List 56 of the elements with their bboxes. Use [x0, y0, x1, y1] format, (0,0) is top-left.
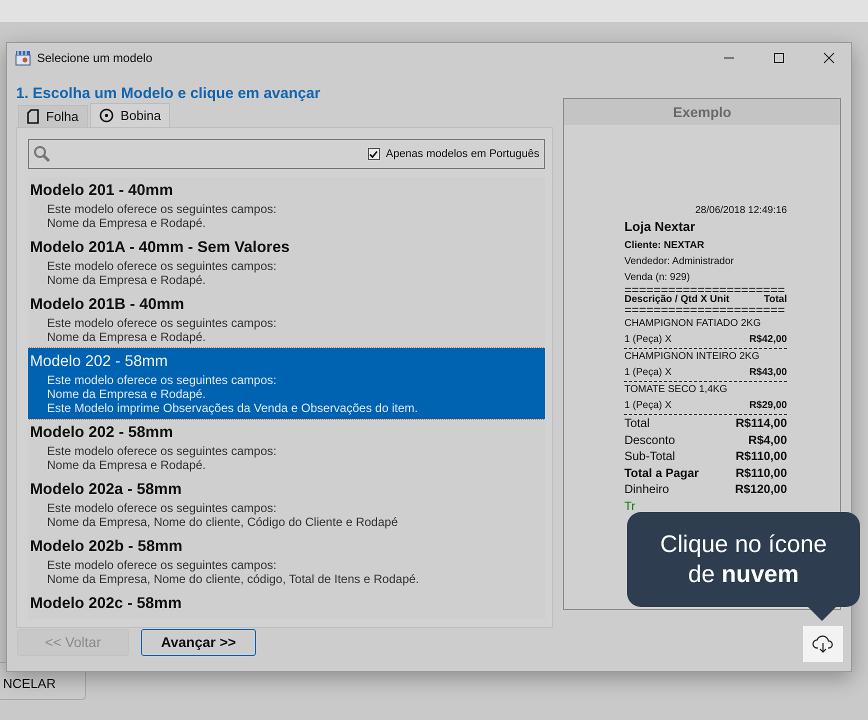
- model-item[interactable]: Modelo 202 - 58mm Este modelo oferece os seguintes campos: Nome da Empresa e Rodapé. Este Modelo imprime Observações da Venda e Observações do item.: [28, 348, 546, 419]
- receipt-text: 1 (Peça) X: [624, 333, 672, 347]
- close-icon[interactable]: [823, 52, 835, 64]
- receipt-text: Total: [764, 294, 787, 306]
- roll-icon: [98, 108, 114, 123]
- receipt-rule: ======================: [624, 286, 785, 294]
- model-item[interactable]: Modelo 202b - 58mm Este modelo oferece os seguintes campos: Nome da Empresa, Nome do cliente, código, Total de Itens e Rodapé.: [28, 533, 546, 590]
- receipt-text: R$120,00: [734, 481, 787, 498]
- checkbox-label[interactable]: Apenas modelos em Português: [386, 148, 540, 160]
- receipt-text: Sub-Total: [624, 448, 676, 465]
- receipt-rule: ======================: [624, 306, 786, 314]
- model-item[interactable]: Modelo 202c - 58mm: [28, 590, 546, 619]
- receipt-text: 1 (Peça) X: [624, 399, 672, 413]
- nav-button[interactable]: Avançar >>: [141, 628, 256, 656]
- receipt-text: Total a Pagar: [624, 464, 699, 482]
- receipt-text: Desconto: [624, 432, 676, 448]
- receipt-text: Cliente: NEXTAR: [624, 239, 706, 253]
- receipt-text: Vendedor: Administrador: [624, 255, 735, 269]
- receipt-text: R$29,00: [749, 399, 787, 413]
- search-field[interactable]: Apenas modelos em Português: [28, 139, 546, 169]
- step-heading: 1. Escolha um Modelo e clique em avançar: [15, 84, 322, 101]
- model-item[interactable]: Modelo 202a - 58mm Este modelo oferece os seguintes campos: Nome da Empresa, Nome do cliente, Código do Cliente e Rodapé: [28, 476, 546, 533]
- model-item[interactable]: Modelo 201A - 40mm - Sem Valores Este modelo oferece os seguintes campos: Nome da Empresa e Rodapé.: [28, 234, 546, 291]
- receipt-text: CHAMPIGNON FATIADO 2KG: [624, 317, 762, 331]
- receipt-text: Total: [624, 415, 650, 432]
- maximize-icon[interactable]: [773, 52, 785, 64]
- receipt-text: R$110,00: [736, 448, 787, 465]
- model-item[interactable]: Modelo 201B - 40mm Este modelo oferece os seguintes campos: Nome da Empresa e Rodapé.: [28, 291, 546, 348]
- checkbox[interactable]: [368, 148, 380, 160]
- tooltip: Clique no ícone de nuvem: [627, 512, 860, 607]
- model-item[interactable]: Modelo 201 - 40mm Este modelo oferece os seguintes campos: Nome da Empresa e Rodapé.: [28, 177, 546, 234]
- receipt-text: Dinheiro: [624, 481, 670, 498]
- panel-title: Exemplo: [564, 99, 840, 125]
- receipt-text: R$43,00: [749, 366, 787, 380]
- receipt-text: R$4,00: [748, 432, 787, 448]
- receipt-text: R$114,00: [736, 415, 787, 432]
- receipt-text: 1 (Peça) X: [624, 366, 672, 380]
- receipt-text: Descrição / Qtd X Unit: [624, 294, 730, 306]
- receipt-text: TOMATE SECO 1,4KG: [624, 383, 728, 397]
- tab[interactable]: Folha: [18, 105, 88, 127]
- tooltip-pointer: [808, 607, 836, 621]
- page-icon: [27, 109, 39, 124]
- receipt-text: R$42,00: [749, 333, 787, 347]
- cloud-download-icon: [812, 634, 834, 654]
- tab[interactable]: Bobina: [90, 103, 170, 127]
- store-icon: [15, 50, 31, 66]
- model-item[interactable]: Modelo 202 - 58mm Este modelo oferece os seguintes campos: Nome da Empresa e Rodapé.: [28, 419, 546, 476]
- window-title: Selecione um modelo: [37, 51, 152, 65]
- store-name: Loja Nextar: [624, 219, 696, 234]
- cloud-download-button[interactable]: [803, 626, 843, 662]
- search-icon: [33, 145, 51, 163]
- receipt-text: Tr: [624, 498, 636, 515]
- receipt-text: CHAMPIGNON INTEIRO 2KG: [624, 350, 760, 364]
- receipt-text: Venda (n: 929): [624, 271, 691, 285]
- receipt-text: R$110,00: [736, 464, 787, 482]
- receipt-date: 28/06/2018 12:49:16: [694, 205, 787, 216]
